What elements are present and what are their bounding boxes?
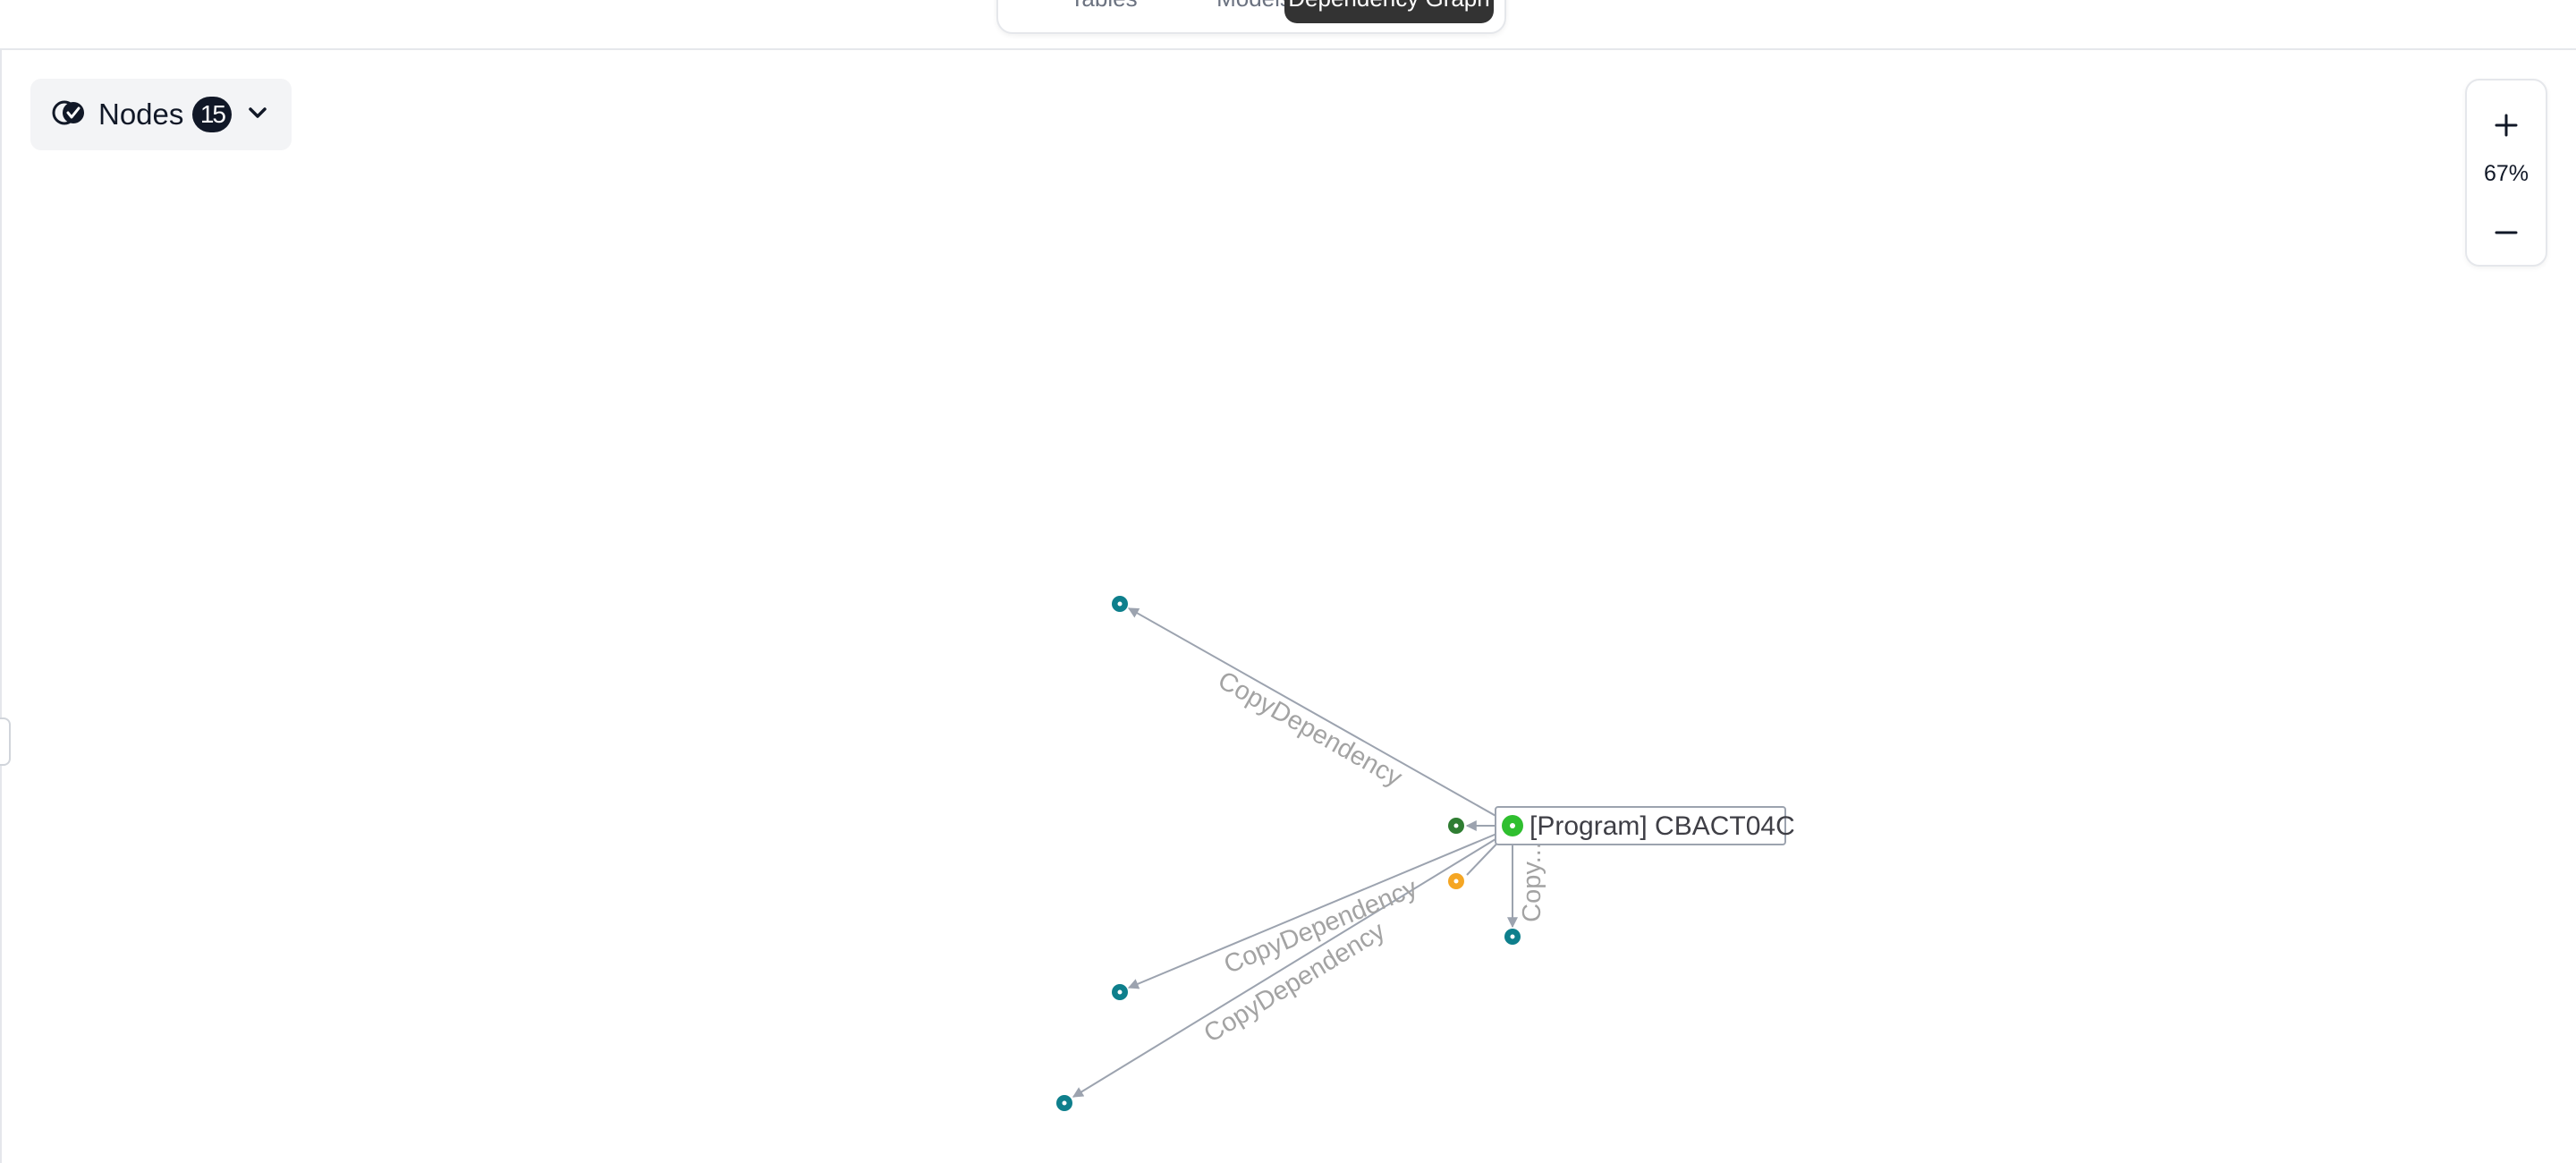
edge-label-down: Copy... <box>1518 842 1546 922</box>
graph-node-teal[interactable] <box>1504 929 1521 945</box>
edge-lower-left-2[interactable] <box>1072 828 1513 1098</box>
dependency-graph-canvas[interactable]: CopyDependency CopyDependency CopyDepend… <box>0 0 2576 1163</box>
graph-node-teal[interactable] <box>1112 984 1128 1000</box>
selected-node-cbact04c[interactable]: [Program] CBACT04C <box>1495 806 1795 845</box>
edge-label-upper-left: CopyDependency <box>1213 666 1407 793</box>
edge-upper-left[interactable] <box>1127 607 1513 826</box>
selected-node-label: [Program] CBACT04C <box>1530 811 1795 841</box>
graph-node-orange[interactable] <box>1448 873 1464 889</box>
graph-node-teal[interactable] <box>1056 1095 1072 1111</box>
graph-node-dark-green[interactable] <box>1448 818 1464 834</box>
graph-node-teal[interactable] <box>1112 596 1128 612</box>
